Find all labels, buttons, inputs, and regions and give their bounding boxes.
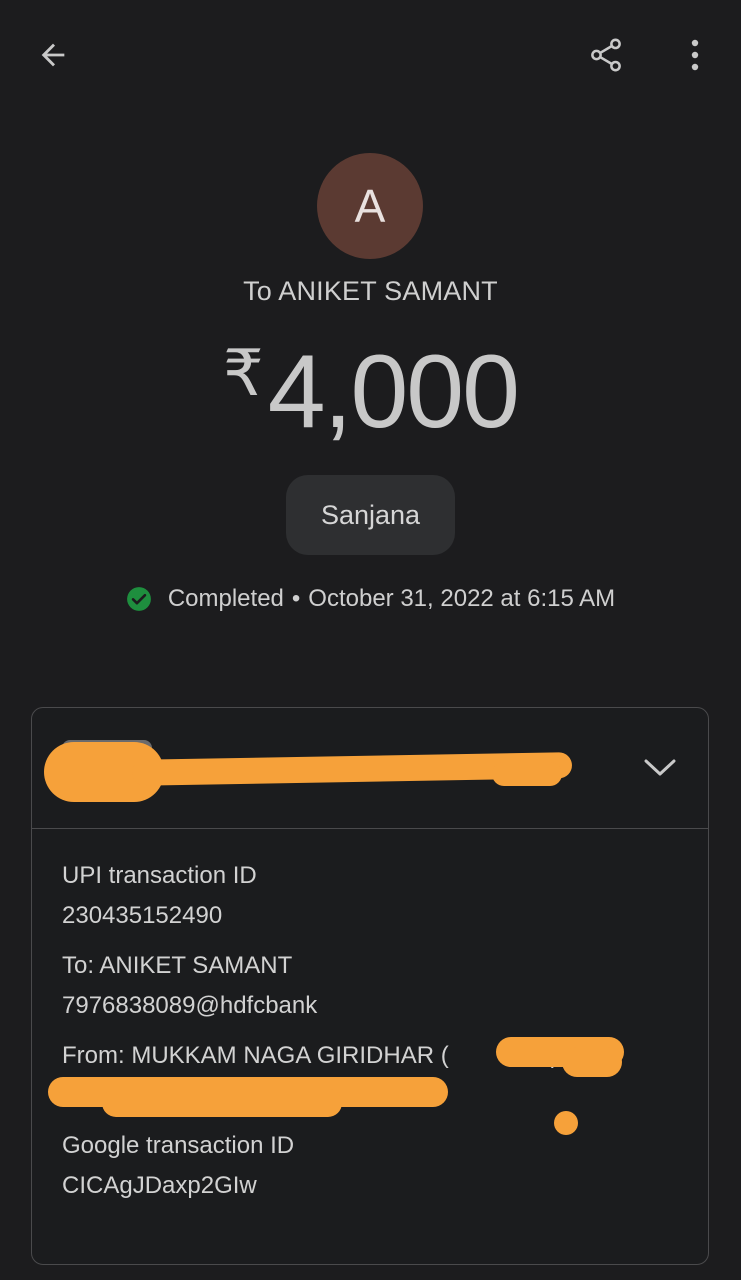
upi-transaction-field: UPI transaction ID 230435152490 — [62, 861, 682, 931]
top-app-bar — [0, 0, 741, 110]
redaction-mark — [562, 1047, 622, 1077]
from-label-prefix: From: MUKKAM NAGA GIRIDHAR ( — [62, 1042, 449, 1069]
back-arrow-icon — [41, 43, 65, 67]
upi-transaction-label: UPI transaction ID — [62, 862, 257, 889]
google-transaction-id[interactable]: CICAgJDaxp2GIw — [62, 1171, 682, 1201]
account-row[interactable] — [32, 708, 708, 829]
from-field: From: MUKKAM NAGA GIRIDHAR (k) — [48, 1037, 682, 1135]
check-circle-icon — [126, 587, 151, 611]
recipient-avatar: A — [317, 153, 423, 259]
share-button[interactable] — [580, 30, 632, 80]
status-text: Completed — [167, 585, 284, 612]
more-options-button[interactable] — [676, 30, 714, 80]
payment-amount: ₹4,000 — [0, 340, 741, 444]
status-row: Completed • October 31, 2022 at 6:15 AM — [0, 585, 741, 613]
transaction-details-card: UPI transaction ID 230435152490 To: ANIK… — [31, 707, 709, 1265]
redaction-mark — [554, 1111, 578, 1135]
more-vert-icon — [691, 39, 699, 71]
google-transaction-label: Google transaction ID — [62, 1132, 295, 1159]
payment-note: Sanjana — [286, 475, 455, 555]
google-transaction-field: Google transaction ID CICAgJDaxp2GIw — [62, 1131, 682, 1201]
to-label: To: ANIKET SAMANT — [62, 952, 293, 979]
amount-value: 4,000 — [267, 334, 520, 450]
currency-symbol: ₹ — [223, 337, 264, 409]
redaction-mark — [102, 1089, 342, 1117]
to-upi-id[interactable]: 7976838089@hdfcbank — [62, 991, 682, 1021]
chevron-down-icon[interactable] — [636, 748, 684, 788]
separator-dot: • — [291, 585, 301, 612]
upi-transaction-id[interactable]: 230435152490 — [62, 901, 682, 931]
recipient-name: To ANIKET SAMANT — [243, 276, 498, 306]
transaction-datetime: October 31, 2022 at 6:15 AM — [308, 585, 616, 612]
share-icon — [591, 38, 621, 72]
back-button[interactable] — [26, 30, 80, 80]
redaction-mark — [492, 762, 562, 786]
details-list: UPI transaction ID 230435152490 To: ANIK… — [48, 861, 682, 1221]
to-field: To: ANIKET SAMANT 7976838089@hdfcbank — [62, 951, 682, 1021]
